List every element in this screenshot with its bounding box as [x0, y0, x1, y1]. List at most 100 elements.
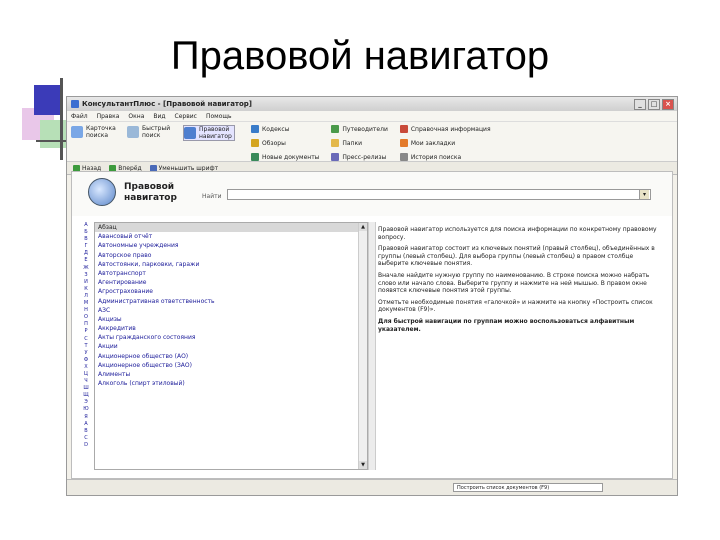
- list-item[interactable]: Агрострахование: [95, 287, 367, 296]
- scroll-up-icon[interactable]: ▲: [359, 223, 367, 231]
- alphabet-letter[interactable]: Ф: [80, 357, 92, 364]
- codes-button[interactable]: Кодексы: [251, 125, 319, 133]
- alphabet-letter[interactable]: О: [80, 314, 92, 321]
- help-paragraph: Правовой навигатор состоит из ключевых п…: [378, 245, 655, 268]
- alphabet-letter[interactable]: A: [80, 421, 92, 428]
- reference-button[interactable]: Справочная информация: [399, 125, 491, 133]
- alphabet-letter[interactable]: Ж: [80, 265, 92, 272]
- list-item[interactable]: Акционерное общество (АО): [95, 352, 367, 361]
- alphabet-letter[interactable]: Л: [80, 293, 92, 300]
- list-item[interactable]: Абзац: [95, 223, 367, 233]
- menu-service[interactable]: Сервис: [175, 113, 197, 120]
- navigator-title: Правовой навигатор: [124, 182, 177, 203]
- reference-icon: [399, 125, 408, 133]
- menu-windows[interactable]: Окна: [128, 113, 144, 120]
- menu-help[interactable]: Помощь: [206, 113, 232, 120]
- alphabet-letter[interactable]: К: [80, 286, 92, 293]
- alphabet-letter[interactable]: Щ: [80, 392, 92, 399]
- window-titlebar: КонсультантПлюс - [Правовой навигатор] _…: [67, 97, 677, 111]
- help-paragraph: Вначале найдите нужную группу по наимено…: [378, 271, 650, 295]
- alphabet-letter[interactable]: Х: [80, 364, 92, 371]
- maximize-button[interactable]: □: [648, 98, 660, 110]
- list-item[interactable]: Автостоянки, парковки, гаражи: [95, 260, 367, 269]
- history-icon: [399, 153, 408, 161]
- search-dropdown-button[interactable]: ▾: [639, 190, 649, 199]
- folder-icon: [331, 139, 340, 147]
- help-paragraph: Отметьте необходимые понятия «галочкой» …: [378, 298, 653, 314]
- alphabet-letter[interactable]: Г: [80, 243, 92, 250]
- list-scrollbar[interactable]: ▲ ▼: [358, 223, 367, 469]
- alphabet-letter[interactable]: Т: [80, 343, 92, 350]
- list-item[interactable]: Авансовый отчёт: [95, 232, 367, 241]
- minimize-button[interactable]: _: [634, 98, 646, 110]
- list-item[interactable]: Агентирование: [95, 278, 367, 287]
- quick-search-button[interactable]: Быстрый поиск: [127, 125, 177, 139]
- menu-bar: Файл Правка Окна Вид Сервис Помощь: [67, 111, 677, 122]
- alphabet-letter[interactable]: С: [80, 336, 92, 343]
- press-button[interactable]: Пресс-релизы: [331, 153, 387, 161]
- search-label: Найти: [202, 193, 222, 200]
- new-docs-button[interactable]: Новые документы: [251, 153, 319, 161]
- app-window: КонсультантПлюс - [Правовой навигатор] _…: [66, 96, 678, 496]
- alphabet-letter[interactable]: Ч: [80, 378, 92, 385]
- reviews-button[interactable]: Обзоры: [251, 139, 319, 147]
- search-input[interactable]: ▾: [227, 189, 651, 200]
- alphabet-letter[interactable]: Н: [80, 307, 92, 314]
- panel-splitter[interactable]: [368, 222, 376, 470]
- legal-navigator-button[interactable]: Правовой навигатор: [183, 125, 235, 141]
- alphabet-letter[interactable]: И: [80, 279, 92, 286]
- list-item[interactable]: Акции: [95, 342, 367, 351]
- navigator-header: Правовой навигатор Найти ▾: [72, 172, 672, 216]
- review-icon: [251, 139, 259, 147]
- list-item[interactable]: Алименты: [95, 370, 367, 379]
- list-item[interactable]: Алкоголь (спирт этиловый): [95, 379, 367, 388]
- guide-icon: [331, 125, 340, 133]
- navigator-compass-icon: [88, 178, 116, 206]
- window-title: КонсультантПлюс - [Правовой навигатор]: [82, 100, 252, 108]
- list-item[interactable]: Автотранспорт: [95, 269, 367, 278]
- alphabet-letter[interactable]: Е: [80, 257, 92, 264]
- alphabet-letter[interactable]: B: [80, 428, 92, 435]
- list-item[interactable]: Авторское право: [95, 251, 367, 260]
- alphabet-letter[interactable]: Р: [80, 328, 92, 335]
- menu-edit[interactable]: Правка: [97, 113, 120, 120]
- alphabet-letter[interactable]: Э: [80, 399, 92, 406]
- history-button[interactable]: История поиска: [399, 153, 491, 161]
- status-bar: Построить список документов (F9): [67, 479, 677, 495]
- list-item[interactable]: Автономные учреждения: [95, 241, 367, 250]
- bookmarks-button[interactable]: Мои закладки: [399, 139, 491, 147]
- alphabet-letter[interactable]: Д: [80, 250, 92, 257]
- menu-file[interactable]: Файл: [71, 113, 88, 120]
- alphabet-letter[interactable]: У: [80, 350, 92, 357]
- list-item[interactable]: Аккредитив: [95, 324, 367, 333]
- folders-button[interactable]: Папки: [331, 139, 387, 147]
- code-icon: [251, 125, 259, 133]
- alphabet-letter[interactable]: А: [80, 222, 92, 229]
- alphabet-letter[interactable]: М: [80, 300, 92, 307]
- list-item[interactable]: Акцизы: [95, 315, 367, 324]
- list-item[interactable]: Административная ответственность: [95, 297, 367, 306]
- menu-view[interactable]: Вид: [153, 113, 165, 120]
- alphabet-letter[interactable]: Ш: [80, 385, 92, 392]
- alphabet-letter[interactable]: Б: [80, 229, 92, 236]
- list-item[interactable]: Акционерное общество (ЗАО): [95, 361, 367, 370]
- alphabet-letter[interactable]: Ю: [80, 406, 92, 413]
- alphabet-letter[interactable]: П: [80, 321, 92, 328]
- alphabet-letter[interactable]: C: [80, 435, 92, 442]
- alphabet-letter[interactable]: В: [80, 236, 92, 243]
- guides-button[interactable]: Путеводители: [331, 125, 388, 133]
- alphabet-letter[interactable]: Я: [80, 414, 92, 421]
- app-icon: [71, 100, 79, 108]
- help-text: Правовой навигатор используется для поис…: [378, 226, 660, 337]
- list-item[interactable]: АЗС: [95, 306, 367, 315]
- search-card-button[interactable]: Карточка поиска: [71, 125, 121, 139]
- build-list-button[interactable]: Построить список документов (F9): [453, 483, 603, 492]
- list-item[interactable]: Акты гражданского состояния: [95, 333, 367, 342]
- scroll-down-icon[interactable]: ▼: [359, 461, 367, 469]
- group-list[interactable]: Абзац Авансовый отчёт Автономные учреждени…: [94, 222, 368, 470]
- alphabet-letter[interactable]: Ц: [80, 371, 92, 378]
- alphabet-index: АБВГДЕЖЗИКЛМНОПРСТУФХЦЧШЩЭЮЯABCD: [80, 222, 92, 470]
- alphabet-letter[interactable]: D: [80, 442, 92, 449]
- alphabet-letter[interactable]: З: [80, 272, 92, 279]
- close-button[interactable]: ×: [662, 98, 674, 110]
